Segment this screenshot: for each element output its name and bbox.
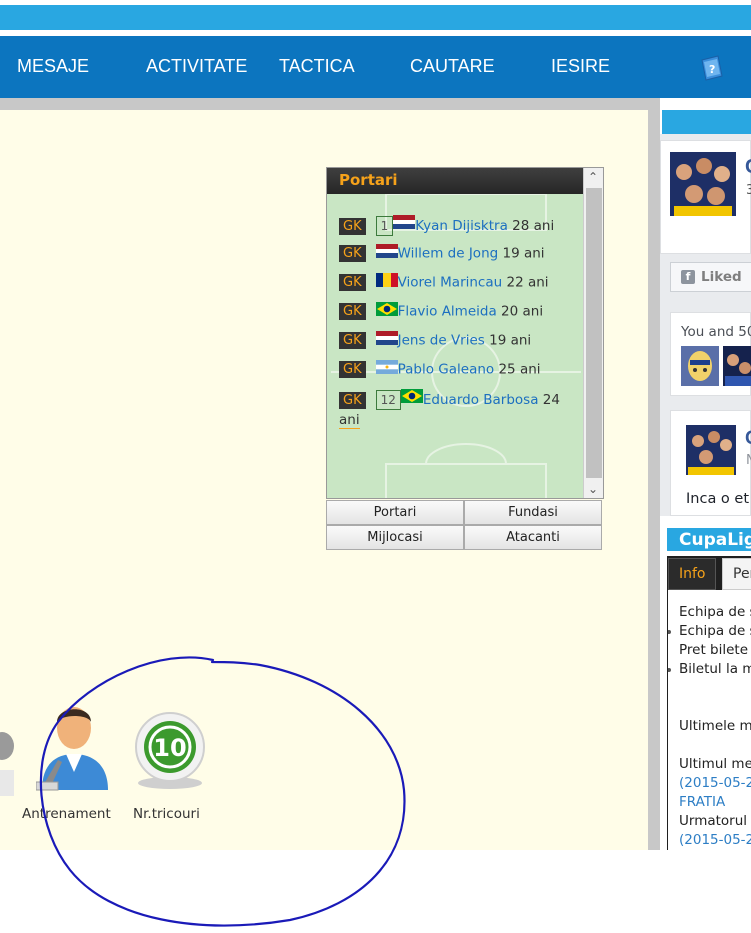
netherlands-flag-icon <box>393 215 416 229</box>
brazil-flag-icon <box>400 389 423 403</box>
info-line: Pret bilete <box>679 642 749 658</box>
right-panel-header-bar <box>662 110 751 134</box>
position-badge: GK <box>339 217 366 235</box>
cup-info-body: Echipa de s Echipa de s Pret bilete Bile… <box>668 590 751 850</box>
match-date-link[interactable]: (2015-05-2 <box>679 832 751 848</box>
netherlands-flag-icon <box>375 331 398 345</box>
help-book-icon[interactable]: ? <box>698 54 724 82</box>
coach-label[interactable]: Antrenament <box>22 806 111 822</box>
friend-avatar-image[interactable] <box>681 346 719 386</box>
position-tabs: Portari Fundasi Mijlocasi Atacanti <box>326 500 602 550</box>
position-badge: GK <box>339 361 366 378</box>
player-name-link[interactable]: Kyan Dijisktra <box>415 218 508 234</box>
player-row: GK Viorel Marincau 22 ani <box>339 273 549 291</box>
team-link[interactable]: FRATIA <box>679 794 725 810</box>
shirt-number: 1 <box>375 216 394 236</box>
page-followers: 3 <box>746 183 751 198</box>
nav-item-tactica[interactable]: TACTICA <box>279 56 355 77</box>
info-line: Urmatorul <box>679 813 748 829</box>
tab-fundasi[interactable]: Fundasi <box>464 500 602 525</box>
jersey-numbers-label[interactable]: Nr.tricouri <box>133 806 200 822</box>
post-author[interactable]: C <box>745 428 751 450</box>
main-navbar: MESAJE ACTIVITATE TACTICA CAUTARE IESIRE… <box>0 36 751 98</box>
info-line: Biletul la m <box>679 661 751 677</box>
player-age-wrap: ani <box>339 412 360 429</box>
goalkeepers-panel: Portari ⌃ ⌄ GK 1 Kyan Dijisktra 28 ani GK W… <box>326 167 604 499</box>
info-line: Ultimele m <box>679 718 751 734</box>
tab-atacanti[interactable]: Atacanti <box>464 525 602 550</box>
page-bottom-blank <box>0 850 751 933</box>
shirt-number: 12 <box>375 390 401 410</box>
chevron-down-icon[interactable]: ⌄ <box>588 482 598 496</box>
position-badge: GK <box>339 303 366 320</box>
svg-text:?: ? <box>709 63 715 76</box>
scroll-thumb[interactable] <box>586 188 602 478</box>
facebook-icon: f <box>681 270 695 284</box>
player-age: 20 ani <box>501 303 544 320</box>
jersey-number-icon[interactable]: 10 <box>132 711 208 791</box>
player-name-link[interactable]: Pablo Galeano <box>398 362 495 378</box>
player-age: 24 <box>542 392 560 408</box>
player-row: GK Pablo Galeano 25 ani <box>339 360 541 378</box>
page-avatar-image[interactable] <box>670 152 736 216</box>
tab-portari[interactable]: Portari <box>326 500 464 525</box>
content-top-border <box>0 98 660 110</box>
friends-like-text: You and 50 <box>681 324 751 340</box>
position-badge: GK <box>339 332 366 349</box>
right-panel-top <box>660 98 751 110</box>
info-line: Echipa de s <box>679 604 751 620</box>
jersey-number-text: 10 <box>153 734 186 762</box>
cup-title: CupaLigi <box>667 528 751 551</box>
argentina-flag-icon <box>375 360 398 374</box>
player-name-link[interactable]: Eduardo Barbosa <box>423 392 539 408</box>
goalkeepers-scrollbar[interactable]: ⌃ ⌄ <box>583 168 603 498</box>
romania-flag-icon <box>375 273 398 287</box>
match-date-link[interactable]: (2015-05-2 <box>679 775 751 791</box>
info-line: Ultimul me <box>679 756 751 772</box>
goalkeepers-title: Portari <box>327 168 583 194</box>
player-row: GK Willem de Jong 19 ani <box>339 244 545 262</box>
partial-tool-icon[interactable] <box>0 700 14 796</box>
chevron-up-icon[interactable]: ⌃ <box>588 170 598 184</box>
nav-item-iesire[interactable]: IESIRE <box>551 56 610 77</box>
player-age: 22 ani <box>506 274 549 291</box>
player-age: 19 ani <box>489 332 532 349</box>
player-age: 25 ani <box>498 361 541 378</box>
nav-item-cautare[interactable]: CAUTARE <box>410 56 495 77</box>
info-line: Echipa de s <box>679 623 751 639</box>
player-name-link[interactable]: Jens de Vries <box>398 333 485 349</box>
position-badge: GK <box>339 274 366 291</box>
player-age: 28 ani <box>512 218 555 234</box>
nav-item-mesaje[interactable]: MESAJE <box>17 56 89 77</box>
tab-mijlocasi[interactable]: Mijlocasi <box>326 525 464 550</box>
netherlands-flag-icon <box>375 244 398 258</box>
position-badge: GK <box>339 391 366 409</box>
post-timestamp: N <box>746 453 751 468</box>
player-age: 19 ani <box>502 245 545 262</box>
brazil-flag-icon <box>375 302 398 316</box>
tab-per[interactable]: Per <box>722 558 751 590</box>
player-age-suffix: ani <box>339 412 360 429</box>
bullet-icon <box>668 630 671 634</box>
page-scrollbar[interactable] <box>648 98 660 850</box>
player-name-link[interactable]: Willem de Jong <box>398 246 499 262</box>
tab-info[interactable]: Info <box>668 558 716 590</box>
liked-button[interactable]: f Liked <box>670 262 751 292</box>
page-name[interactable]: C <box>745 156 751 179</box>
player-row: GK Jens de Vries 19 ani <box>339 331 532 349</box>
post-avatar-image[interactable] <box>686 425 736 475</box>
friend-avatar-image[interactable] <box>723 346 751 386</box>
nav-item-activitate[interactable]: ACTIVITATE <box>146 56 247 77</box>
post-text: Inca o et <box>686 491 750 507</box>
player-row: GK 1 Kyan Dijisktra 28 ani <box>339 215 555 236</box>
player-row: GK 12 Eduardo Barbosa 24 <box>339 389 560 410</box>
position-badge: GK <box>339 245 366 262</box>
top-accent-bar <box>0 5 751 30</box>
liked-label: Liked <box>701 269 742 285</box>
player-name-link[interactable]: Flavio Almeida <box>398 304 497 320</box>
coach-icon[interactable] <box>36 698 112 794</box>
player-name-link[interactable]: Viorel Marincau <box>398 275 503 291</box>
bullet-icon <box>668 668 671 672</box>
player-row: GK Flavio Almeida 20 ani <box>339 302 544 320</box>
